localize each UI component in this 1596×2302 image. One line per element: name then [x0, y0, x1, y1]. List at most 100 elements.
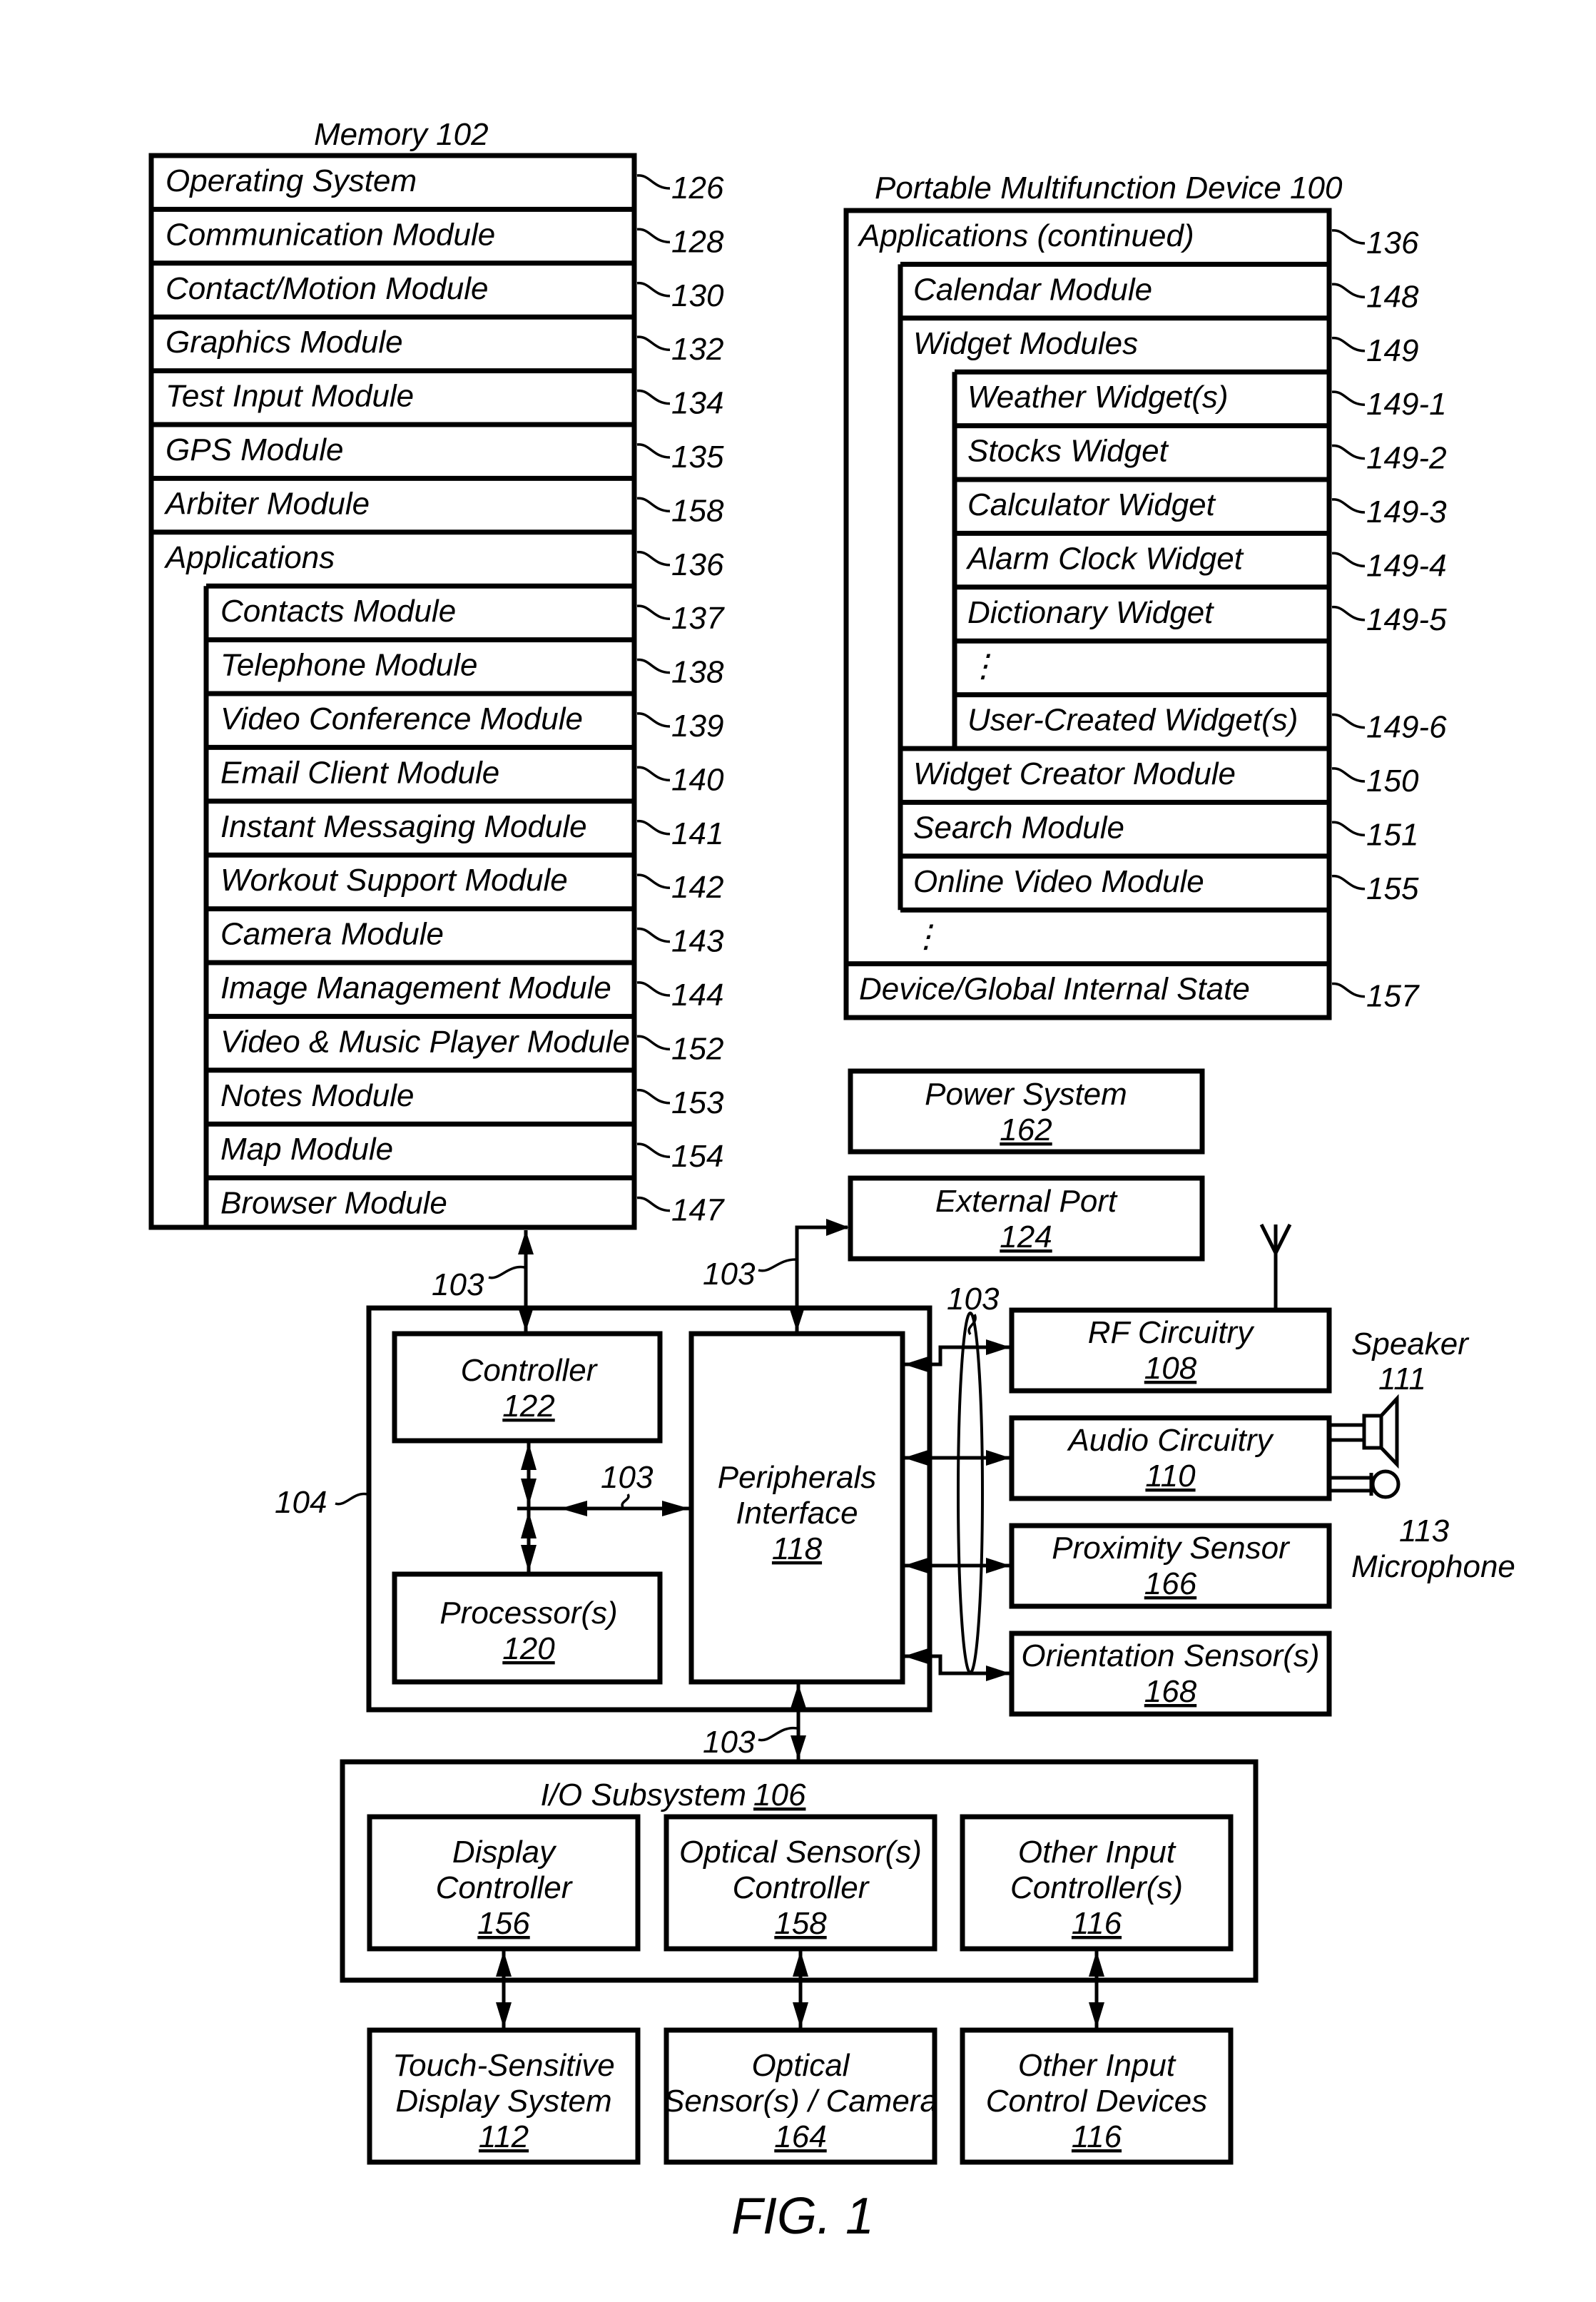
external-port-number: 124 — [1000, 1220, 1052, 1254]
speaker-label: Speaker — [1351, 1327, 1470, 1362]
application-module-label: Image Management Module — [220, 970, 611, 1005]
widget-modules-label: Widget Modules — [913, 326, 1138, 361]
application-module-ref: 143 — [671, 924, 724, 959]
io-controller-number: 156 — [477, 1906, 530, 1941]
bottom-device-box: Other InputControl Devices116 — [960, 2027, 1234, 2165]
external-bus-ref: 103 — [703, 1257, 756, 1292]
memory-row-leader — [636, 282, 671, 298]
application-module-row: Instant Messaging Module 141 — [206, 798, 723, 851]
widget-label: Alarm Clock Widget — [965, 541, 1244, 576]
memory-row-label: GPS Module — [166, 432, 343, 467]
controller-number: 122 — [502, 1389, 554, 1424]
peripheral-device-label: Proximity Sensor — [1052, 1531, 1291, 1566]
widget-leader — [1331, 498, 1366, 514]
processor-label: Processor(s) — [439, 1596, 617, 1631]
io-controller-box: Other InputController(s)116 — [960, 1814, 1234, 1952]
application-module-row: Video & Music Player Module 152 — [206, 1013, 723, 1066]
application-module-leader — [636, 873, 671, 889]
calendar-module-label: Calendar Module — [913, 272, 1152, 307]
device-module-leader — [1331, 875, 1366, 891]
applications-continued-label: Applications (continued) — [857, 218, 1194, 253]
peripherals-label-line1: Peripherals — [718, 1460, 877, 1495]
device-module-row: Online Video Module 155 — [900, 853, 1419, 906]
io-controller-line2: Controller — [436, 1870, 574, 1905]
memory-bus-ref: 103 — [432, 1267, 484, 1302]
core-block: Controller 122 Processor(s) 120 Peripher… — [275, 1305, 932, 1713]
io-controller-number: 116 — [1072, 1906, 1122, 1941]
device-state-label: Device/Global Internal State — [859, 972, 1250, 1007]
widget-leader — [1331, 444, 1366, 460]
memory-row-ref: 158 — [671, 493, 724, 528]
memory-row-ref: 126 — [671, 171, 724, 206]
memory-row: Communication Module 128 — [151, 206, 724, 259]
microphone-label: Microphone — [1351, 1549, 1515, 1584]
applications-ref: 136 — [671, 547, 724, 582]
memory-row-ref: 132 — [671, 332, 723, 367]
io-subsystem: I/O Subsystem 106 DisplayController156Op… — [340, 1759, 1259, 1983]
widget-label: Weather Widget(s) — [967, 380, 1229, 415]
peripherals-label-line2: Interface — [736, 1496, 858, 1531]
io-controller-line1: Display — [452, 1835, 557, 1870]
widget-modules-ref: 149 — [1366, 333, 1418, 368]
memory-row-label: Contact/Motion Module — [166, 271, 488, 306]
device-title: Portable Multifunction Device 100 — [875, 171, 1343, 206]
calendar-module-ref: 148 — [1366, 279, 1419, 314]
memory-row-ref: 128 — [671, 224, 724, 259]
bottom-device-number: 112 — [479, 2119, 529, 2154]
device-state-ref: 157 — [1366, 979, 1420, 1014]
io-controller-line1: Other Input — [1018, 1835, 1176, 1870]
widget-label: Dictionary Widget — [967, 595, 1214, 630]
application-module-ref: 138 — [671, 655, 724, 690]
memory-row-label: Operating System — [166, 163, 417, 198]
memory-block: Memory 102 Operating System 126Communicat… — [148, 117, 725, 1230]
io-controller-line1: Optical Sensor(s) — [679, 1835, 922, 1870]
processor-number: 120 — [502, 1631, 555, 1666]
bottom-device-line1: Touch-Sensitive — [392, 2048, 614, 2083]
io-number: 106 — [753, 1778, 806, 1812]
application-module-row: Email Client Module 140 — [206, 744, 724, 797]
application-module-label: Contacts Module — [220, 594, 456, 629]
peripheral-device-label: RF Circuitry — [1088, 1315, 1255, 1350]
application-module-leader — [636, 927, 671, 943]
device-module-label: Search Module — [913, 810, 1124, 845]
application-module-label: Notes Module — [220, 1078, 414, 1113]
device-module-row: Widget Creator Module 150 — [900, 746, 1419, 798]
application-module-leader — [636, 981, 671, 997]
memory-row: Contact/Motion Module 130 — [151, 260, 724, 313]
peripheral-device-label: Orientation Sensor(s) — [1021, 1638, 1319, 1673]
memory-row-leader — [636, 228, 671, 244]
peripherals-number: 118 — [772, 1531, 823, 1566]
io-bus-ref: 103 — [703, 1725, 756, 1760]
device-module-ref: 155 — [1366, 871, 1419, 906]
power-number: 162 — [1000, 1112, 1052, 1147]
widget-row: Alarm Clock Widget 149-4 — [955, 530, 1447, 583]
bottom-device-box: Touch-SensitiveDisplay System112 — [367, 2027, 641, 2165]
application-module-leader — [636, 820, 671, 836]
applications-continued-leader — [1331, 229, 1366, 245]
memory-row-leader — [636, 335, 671, 351]
application-module-leader — [636, 712, 671, 728]
peripheral-device-number: 166 — [1144, 1566, 1197, 1601]
memory-row-label: Test Input Module — [166, 379, 414, 414]
application-module-label: Browser Module — [220, 1186, 447, 1221]
application-module-leader — [636, 766, 671, 782]
widget-label: User-Created Widget(s) — [967, 703, 1298, 738]
internal-bus-ref: 103 — [601, 1460, 654, 1495]
application-module-row: Workout Support Module 142 — [206, 852, 723, 905]
io-controller-line2: Controller — [733, 1870, 870, 1905]
block-diagram: Memory 102 Operating System 126Communicat… — [148, 117, 1515, 2245]
application-module-leader — [636, 1035, 671, 1051]
microphone-ref: 113 — [1399, 1513, 1450, 1548]
io-controller-line2: Controller(s) — [1010, 1870, 1183, 1905]
peripheral-device-box: Orientation Sensor(s)168 — [1009, 1631, 1332, 1717]
peripheral-device-box: Proximity Sensor166 — [1009, 1523, 1332, 1609]
device-module-leader — [1331, 821, 1366, 837]
widget-ref: 149-6 — [1366, 710, 1447, 745]
io-controller-box: Optical Sensor(s)Controller158 — [664, 1814, 937, 1952]
application-module-label: Video Conference Module — [220, 701, 583, 736]
peripheral-device-box: Audio Circuitry110 — [1009, 1415, 1332, 1501]
widget-label: Calculator Widget — [967, 487, 1216, 522]
bottom-device-box: OpticalSensor(s) / Camera164 — [664, 2027, 937, 2165]
widget-row: Weather Widget(s) 149-1 — [955, 369, 1447, 422]
applications-ellipsis: ⋮ — [910, 919, 942, 954]
